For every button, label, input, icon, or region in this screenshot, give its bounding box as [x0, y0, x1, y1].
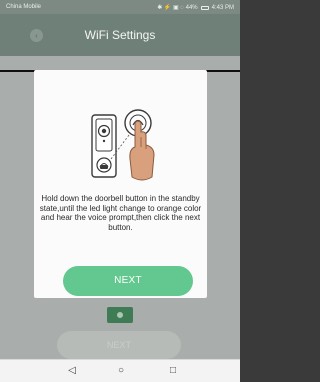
doorbell-illustration	[91, 109, 155, 181]
instruction-text: Hold down the doorbell button in the sta…	[39, 194, 202, 232]
status-indicators: ✱ ⚡ ▣ ◌ 44% 4:43 PM	[157, 4, 234, 12]
wifi-icon	[107, 307, 133, 323]
instruction-dialog: Hold down the doorbell button in the sta…	[34, 70, 207, 298]
nav-back-icon[interactable]: ◁	[64, 364, 80, 378]
phone-screen: China Mobile ✱ ⚡ ▣ ◌ 44% 4:43 PM ‹ WiFi …	[0, 0, 240, 382]
nav-recent-icon[interactable]: □	[165, 364, 181, 378]
background-next-button: NEXT	[57, 331, 181, 359]
battery-icon	[200, 5, 209, 10]
status-bar: China Mobile ✱ ⚡ ▣ ◌ 44% 4:43 PM	[0, 0, 240, 14]
nav-home-icon[interactable]: ○	[113, 364, 129, 378]
page-title: WiFi Settings	[84, 28, 156, 42]
system-nav-bar: ◁ ○ □	[0, 359, 240, 382]
carrier-label: China Mobile	[6, 4, 42, 10]
status-icons: ✱ ⚡ ▣ ◌ 44%	[157, 5, 198, 11]
doorbell-icon	[91, 114, 117, 178]
app-header: ‹ WiFi Settings	[0, 14, 240, 56]
next-button[interactable]: NEXT	[63, 266, 193, 296]
clock: 4:43 PM	[211, 4, 234, 11]
